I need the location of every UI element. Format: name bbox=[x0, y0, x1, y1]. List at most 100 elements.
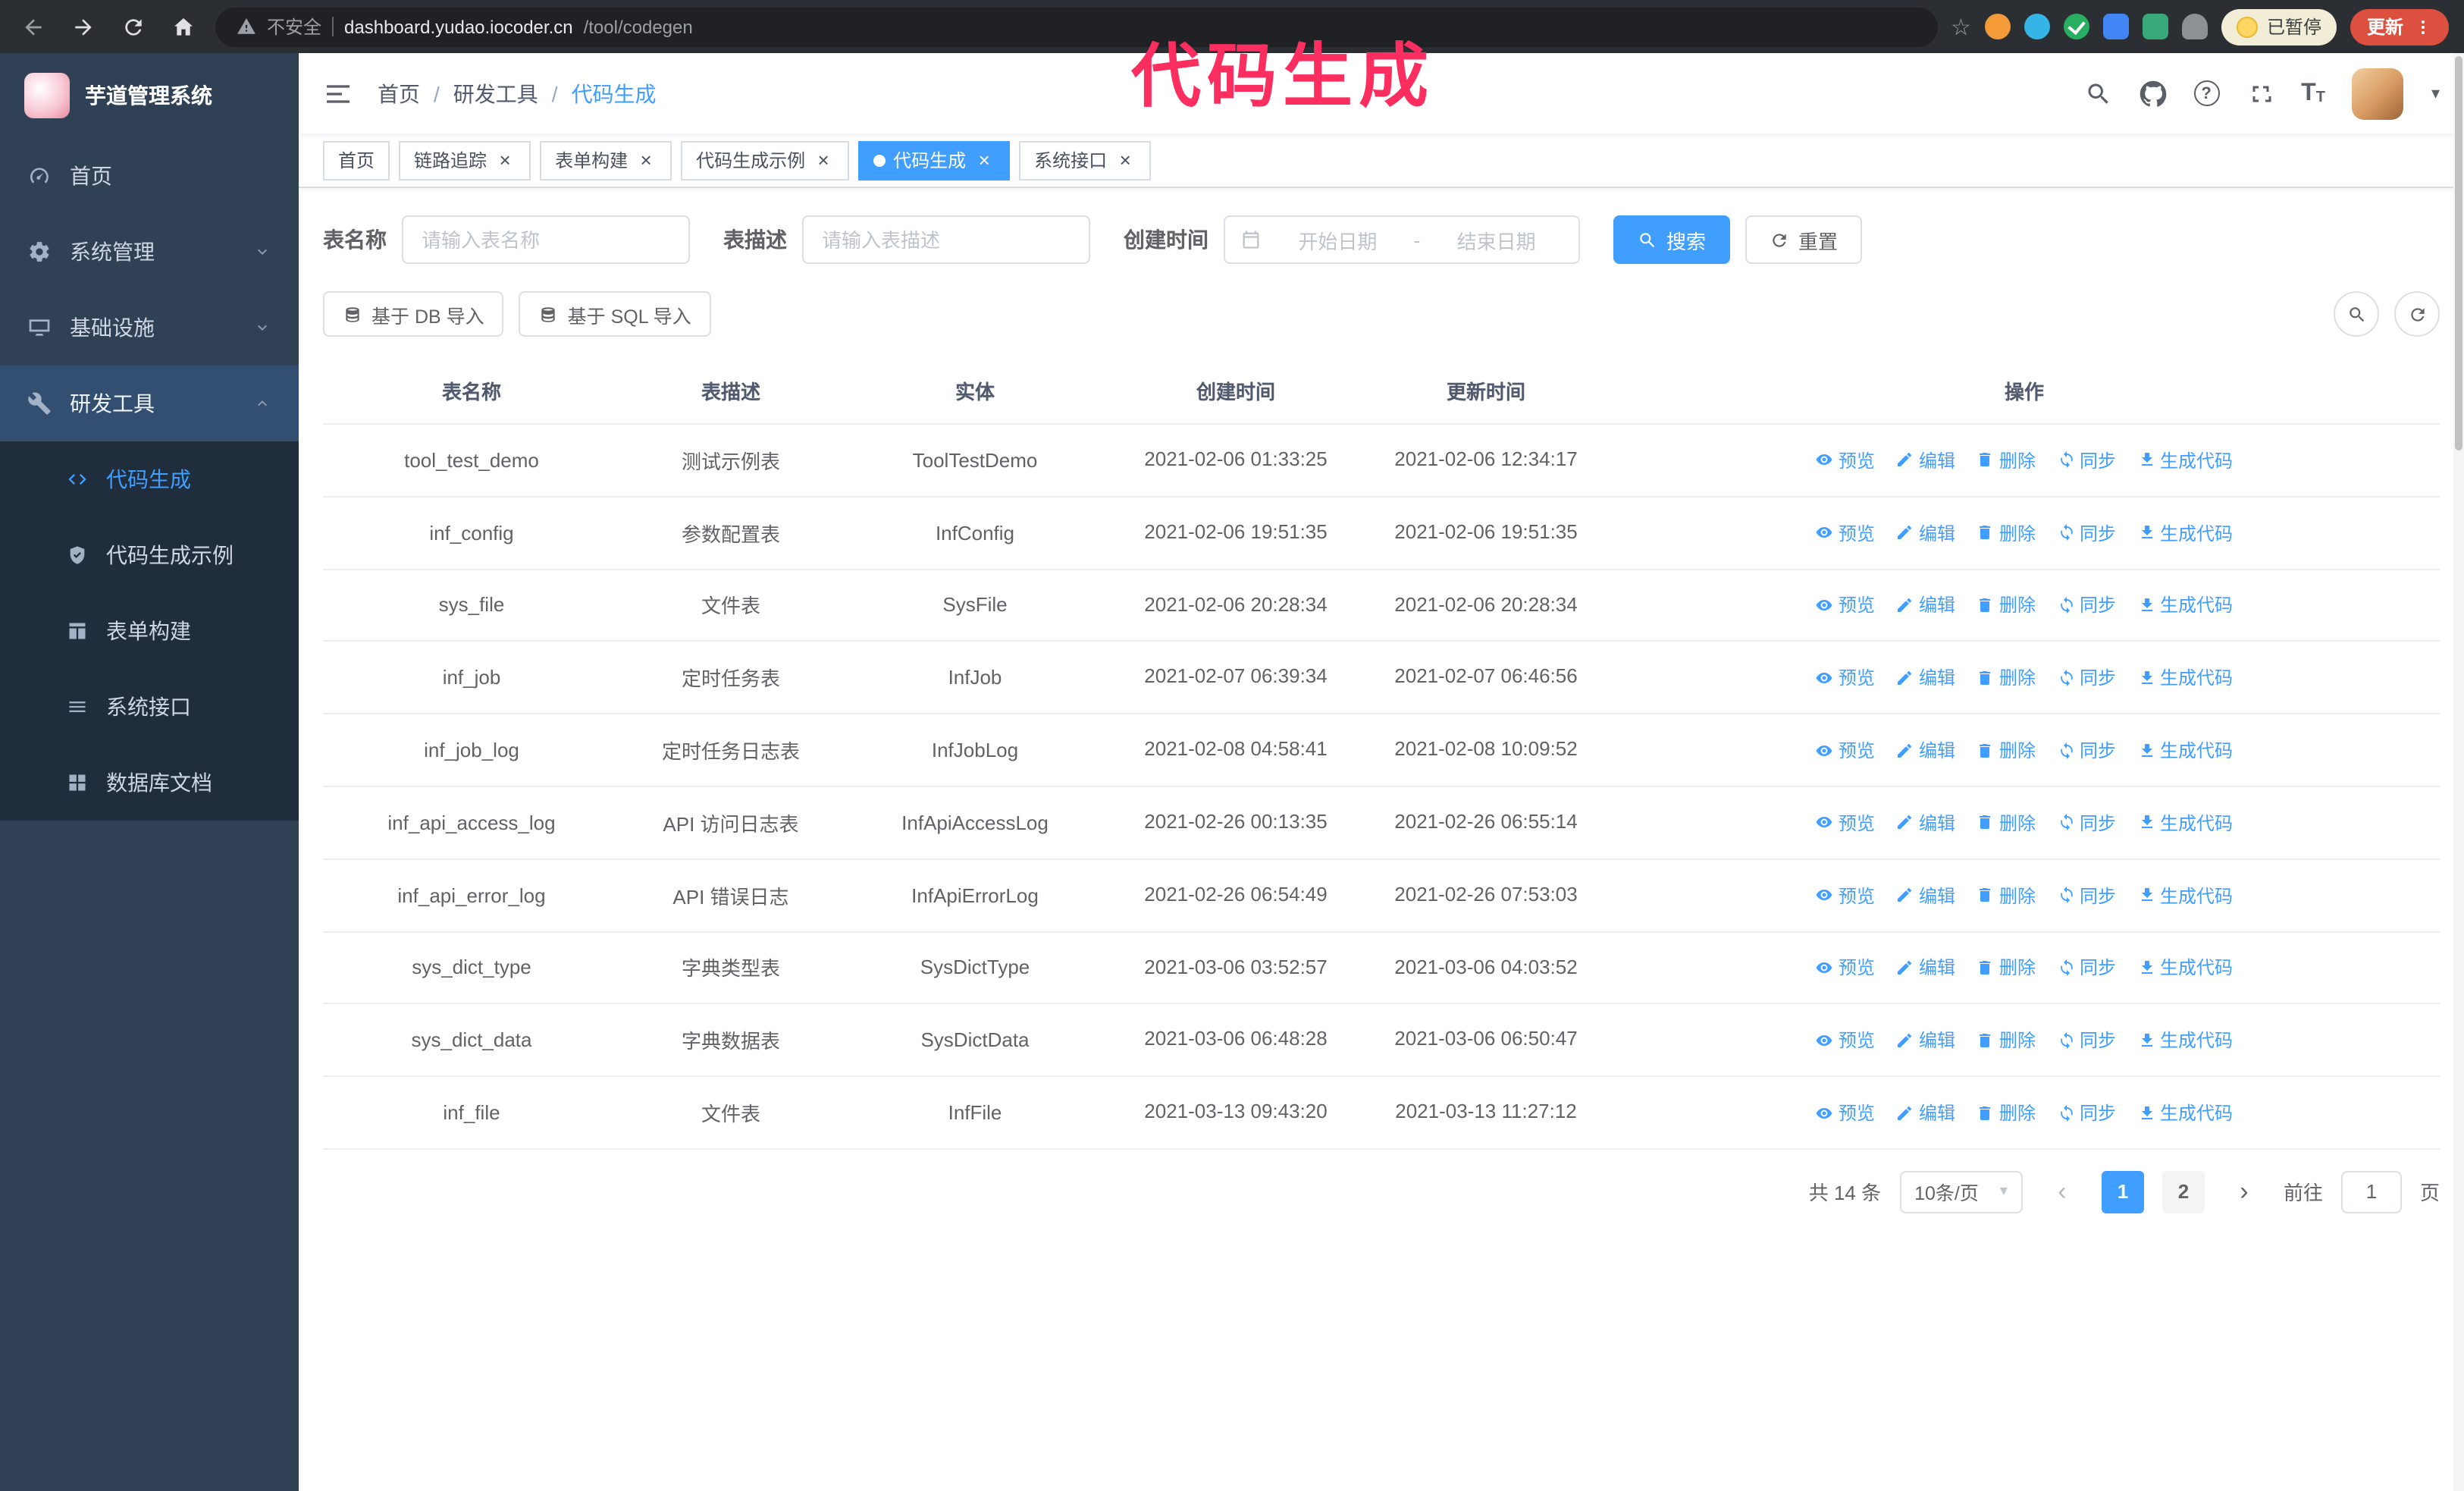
edit-link[interactable]: 编辑 bbox=[1896, 1100, 1955, 1125]
sync-link[interactable]: 同步 bbox=[2057, 1100, 2116, 1125]
delete-link[interactable]: 删除 bbox=[1977, 665, 2036, 691]
avatar-caret-down-icon[interactable]: ▾ bbox=[2431, 83, 2440, 103]
extension-icon-6[interactable] bbox=[2181, 14, 2208, 39]
extension-icon-4[interactable] bbox=[2102, 14, 2129, 39]
help-icon[interactable]: ? bbox=[2193, 80, 2220, 106]
bookmark-star-icon[interactable]: ☆ bbox=[1951, 13, 1971, 40]
delete-link[interactable]: 删除 bbox=[1977, 737, 2036, 763]
delete-link[interactable]: 删除 bbox=[1977, 447, 2036, 473]
tab-trace[interactable]: 链路追踪 × bbox=[399, 140, 531, 180]
page-size-select[interactable]: 10条/页 ▾ bbox=[1899, 1170, 2023, 1213]
search-button[interactable]: 搜索 bbox=[1613, 215, 1731, 264]
sync-link[interactable]: 同步 bbox=[2057, 810, 2116, 836]
sync-link[interactable]: 同步 bbox=[2057, 592, 2116, 618]
delete-link[interactable]: 删除 bbox=[1977, 882, 2036, 908]
delete-link[interactable]: 删除 bbox=[1977, 810, 2036, 836]
sync-link[interactable]: 同步 bbox=[2057, 447, 2116, 473]
user-avatar[interactable] bbox=[2352, 67, 2404, 119]
tab-close-icon[interactable]: × bbox=[635, 149, 657, 171]
tab-close-icon[interactable]: × bbox=[494, 149, 516, 171]
tab-form-builder[interactable]: 表单构建 × bbox=[540, 140, 672, 180]
goto-page-input[interactable] bbox=[2340, 1170, 2402, 1213]
tab-codegen-example[interactable]: 代码生成示例 × bbox=[681, 140, 850, 180]
delete-link[interactable]: 删除 bbox=[1977, 519, 2036, 545]
breadcrumb-home[interactable]: 首页 bbox=[378, 78, 420, 108]
browser-home-button[interactable] bbox=[165, 8, 202, 45]
generate-code-link[interactable]: 生成代码 bbox=[2137, 737, 2233, 763]
browser-back-button[interactable] bbox=[15, 8, 52, 45]
extension-icon-5[interactable] bbox=[2142, 14, 2168, 39]
generate-code-link[interactable]: 生成代码 bbox=[2137, 592, 2233, 618]
sidebar-item-codegen[interactable]: 代码生成 bbox=[0, 441, 299, 517]
search-icon[interactable] bbox=[2084, 80, 2111, 107]
edit-link[interactable]: 编辑 bbox=[1896, 519, 1955, 545]
generate-code-link[interactable]: 生成代码 bbox=[2137, 447, 2233, 473]
edit-link[interactable]: 编辑 bbox=[1896, 447, 1955, 473]
profile-paused-chip[interactable]: 已暂停 bbox=[2221, 8, 2337, 45]
sync-link[interactable]: 同步 bbox=[2057, 519, 2116, 545]
date-range-picker[interactable]: 开始日期 - 结束日期 bbox=[1224, 215, 1580, 264]
edit-link[interactable]: 编辑 bbox=[1896, 665, 1955, 691]
delete-link[interactable]: 删除 bbox=[1977, 1100, 2036, 1125]
breadcrumb-devtools[interactable]: 研发工具 bbox=[453, 78, 538, 108]
preview-link[interactable]: 预览 bbox=[1816, 737, 1875, 763]
page-button-2[interactable]: 2 bbox=[2161, 1170, 2205, 1213]
preview-link[interactable]: 预览 bbox=[1816, 519, 1875, 545]
sync-link[interactable]: 同步 bbox=[2057, 882, 2116, 908]
edit-link[interactable]: 编辑 bbox=[1896, 882, 1955, 908]
tab-close-icon[interactable]: × bbox=[1114, 149, 1136, 171]
sidebar-item-system[interactable]: 系统管理 bbox=[0, 214, 299, 290]
tab-close-icon[interactable]: × bbox=[813, 149, 834, 171]
table-desc-input[interactable] bbox=[802, 215, 1090, 264]
preview-link[interactable]: 预览 bbox=[1816, 810, 1875, 836]
delete-link[interactable]: 删除 bbox=[1977, 955, 2036, 981]
import-db-button[interactable]: 基于 DB 导入 bbox=[323, 291, 504, 337]
preview-link[interactable]: 预览 bbox=[1816, 447, 1875, 473]
generate-code-link[interactable]: 生成代码 bbox=[2137, 810, 2233, 836]
sync-link[interactable]: 同步 bbox=[2057, 665, 2116, 691]
delete-link[interactable]: 删除 bbox=[1977, 1028, 2036, 1053]
tab-codegen[interactable]: 代码生成 × bbox=[858, 140, 1011, 180]
page-button-1[interactable]: 1 bbox=[2101, 1170, 2144, 1213]
extension-icon-3[interactable] bbox=[2063, 14, 2089, 39]
sidebar-item-db-docs[interactable]: 数据库文档 bbox=[0, 745, 299, 821]
generate-code-link[interactable]: 生成代码 bbox=[2137, 519, 2233, 545]
browser-reload-button[interactable] bbox=[115, 8, 152, 45]
table-name-input[interactable] bbox=[402, 215, 690, 264]
preview-link[interactable]: 预览 bbox=[1816, 592, 1875, 618]
fullscreen-icon[interactable] bbox=[2246, 80, 2274, 107]
generate-code-link[interactable]: 生成代码 bbox=[2137, 665, 2233, 691]
generate-code-link[interactable]: 生成代码 bbox=[2137, 1100, 2233, 1125]
import-sql-button[interactable]: 基于 SQL 导入 bbox=[519, 291, 711, 337]
font-size-icon[interactable]: TT bbox=[2301, 80, 2325, 105]
refresh-table-button[interactable] bbox=[2394, 291, 2440, 337]
sidebar-item-codegen-example[interactable]: 代码生成示例 bbox=[0, 517, 299, 593]
sidebar-item-infra[interactable]: 基础设施 bbox=[0, 290, 299, 366]
generate-code-link[interactable]: 生成代码 bbox=[2137, 882, 2233, 908]
generate-code-link[interactable]: 生成代码 bbox=[2137, 955, 2233, 981]
preview-link[interactable]: 预览 bbox=[1816, 955, 1875, 981]
browser-forward-button[interactable] bbox=[65, 8, 102, 45]
next-page-button[interactable]: › bbox=[2223, 1171, 2265, 1213]
sidebar-item-form-builder[interactable]: 表单构建 bbox=[0, 593, 299, 669]
edit-link[interactable]: 编辑 bbox=[1896, 592, 1955, 618]
tab-system-api[interactable]: 系统接口 × bbox=[1019, 140, 1152, 180]
reset-button[interactable]: 重置 bbox=[1745, 215, 1863, 264]
browser-update-button[interactable]: 更新 bbox=[2350, 8, 2449, 45]
preview-link[interactable]: 预览 bbox=[1816, 1028, 1875, 1053]
app-logo[interactable]: 芋道管理系统 bbox=[0, 53, 299, 138]
sidebar-item-system-api[interactable]: 系统接口 bbox=[0, 669, 299, 745]
hamburger-icon[interactable] bbox=[323, 78, 353, 108]
tab-home[interactable]: 首页 bbox=[323, 140, 390, 180]
sidebar-item-devtools[interactable]: 研发工具 bbox=[0, 366, 299, 441]
sync-link[interactable]: 同步 bbox=[2057, 737, 2116, 763]
extension-icon-1[interactable] bbox=[1984, 14, 2011, 39]
edit-link[interactable]: 编辑 bbox=[1896, 737, 1955, 763]
delete-link[interactable]: 删除 bbox=[1977, 592, 2036, 618]
generate-code-link[interactable]: 生成代码 bbox=[2137, 1028, 2233, 1053]
edit-link[interactable]: 编辑 bbox=[1896, 955, 1955, 981]
edit-link[interactable]: 编辑 bbox=[1896, 1028, 1955, 1053]
preview-link[interactable]: 预览 bbox=[1816, 1100, 1875, 1125]
preview-link[interactable]: 预览 bbox=[1816, 882, 1875, 908]
scrollbar-thumb[interactable] bbox=[2455, 56, 2462, 450]
